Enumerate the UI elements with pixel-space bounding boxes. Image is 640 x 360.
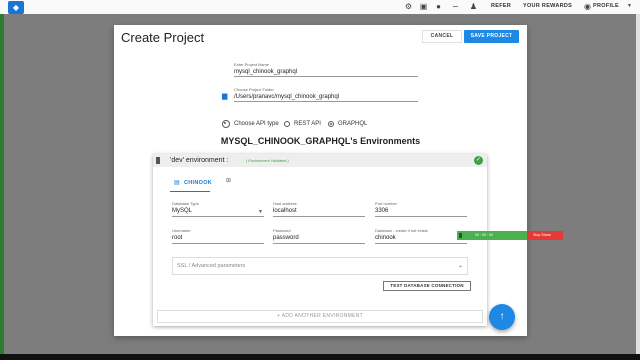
ssl-advanced-accordion[interactable]: SSL / Advanced parameters ⌄ <box>172 257 468 275</box>
chevron-down-icon[interactable]: ▼ <box>625 2 634 11</box>
environment-card: 'dev' environment : ( Environment Valida… <box>153 154 487 326</box>
scroll-top-button[interactable]: ↑ <box>489 304 515 330</box>
port-label: Port number <box>375 201 398 206</box>
database-tab[interactable]: CHINOOK <box>184 180 212 186</box>
rest-api-radio[interactable] <box>284 121 290 127</box>
api-type-label: Choose API type <box>234 121 279 127</box>
drag-handle-icon[interactable] <box>459 233 462 238</box>
environment-validated-text: ( Environment Validated ) <box>246 159 289 163</box>
port-input[interactable]: 3306 <box>375 208 388 214</box>
graphql-label[interactable]: GRAPHQL <box>338 121 367 127</box>
rewards-link[interactable]: YOUR REWARDS <box>523 3 572 9</box>
project-name-input[interactable]: mysql_chinook_graphql <box>234 69 297 75</box>
rest-api-label[interactable]: REST API <box>294 121 321 127</box>
save-project-button[interactable]: SAVE PROJECT <box>464 30 519 43</box>
chevron-down-icon[interactable]: ⌄ <box>458 262 463 269</box>
environment-card-header[interactable]: 'dev' environment : ( Environment Valida… <box>153 154 487 167</box>
password-underline <box>273 243 365 244</box>
twitter-icon[interactable]: ∽ <box>451 2 460 11</box>
graphql-radio[interactable] <box>328 121 334 127</box>
cancel-button[interactable]: CANCEL <box>422 30 462 43</box>
dock-bar <box>0 354 640 360</box>
side-panel-edge <box>0 14 4 360</box>
project-name-label: Enter Project Name <box>234 62 269 67</box>
username-label: Username <box>172 228 191 233</box>
db-type-select[interactable]: MySQL <box>172 208 192 214</box>
host-input[interactable]: localhost <box>273 208 297 214</box>
host-underline <box>273 216 365 217</box>
environment-title: 'dev' environment : <box>170 157 229 164</box>
db-type-underline <box>172 216 264 217</box>
project-name-underline <box>234 76 418 77</box>
github-icon[interactable]: ● <box>434 2 443 11</box>
discord-icon[interactable]: ▣ <box>419 2 428 11</box>
password-label: Password <box>273 228 291 233</box>
db-type-label: Database Type <box>172 201 199 206</box>
folder-icon[interactable]: ▆ <box>222 93 230 100</box>
top-app-bar: ◆ ⚙ ▣ ● ∽ ♟ REFER YOUR REWARDS ◉ PROFILE… <box>0 0 640 14</box>
account-icon[interactable]: ◉ <box>583 2 592 11</box>
add-database-icon[interactable]: ⊞ <box>226 177 233 184</box>
database-input[interactable]: chinook <box>375 235 396 241</box>
trash-icon[interactable] <box>156 157 160 164</box>
password-input[interactable]: password <box>273 235 299 241</box>
app-logo-icon[interactable]: ◆ <box>8 1 24 14</box>
share-timer: 00 : 00 : 00 <box>457 231 527 240</box>
database-label: Database : create if not exists <box>375 228 428 233</box>
project-folder-underline <box>234 101 418 102</box>
test-connection-button[interactable]: TEST DATABASE CONNECTION <box>383 281 471 291</box>
username-underline <box>172 243 264 244</box>
side-panel-edge-right <box>636 14 640 360</box>
check-circle-icon: ✓ <box>474 156 483 165</box>
refer-link[interactable]: REFER <box>491 3 511 9</box>
port-underline <box>375 216 467 217</box>
environments-heading: MYSQL_CHINOOK_GRAPHQL's Environments <box>220 136 421 146</box>
select-caret-icon[interactable]: ▼ <box>258 209 263 215</box>
database-tab-indicator <box>170 191 210 192</box>
add-environment-button[interactable]: + ADD ANOTHER ENVIRONMENT <box>157 310 483 323</box>
share-timer-text: 00 : 00 : 00 <box>475 233 493 237</box>
database-underline <box>375 243 467 244</box>
project-folder-label: Choose Project Folder <box>234 87 274 92</box>
notification-icon[interactable]: ♟ <box>469 2 478 11</box>
ssl-advanced-label: SSL / Advanced parameters <box>177 263 246 269</box>
screen-share-indicator: 00 : 00 : 00 Stop Share <box>457 231 563 240</box>
stop-share-button[interactable]: Stop Share <box>527 231 563 240</box>
database-icon: ▤ <box>174 180 180 186</box>
dialog-title: Create Project <box>121 30 205 45</box>
host-label: Host address <box>273 201 297 206</box>
arrow-up-icon: ↑ <box>499 311 505 322</box>
project-folder-input[interactable]: /Users/pranavc/mysql_chinook_graphql <box>234 94 339 100</box>
api-type-icon <box>222 120 230 128</box>
gear-icon[interactable]: ⚙ <box>404 2 413 11</box>
username-input[interactable]: root <box>172 235 182 241</box>
profile-menu[interactable]: PROFILE <box>593 3 619 9</box>
